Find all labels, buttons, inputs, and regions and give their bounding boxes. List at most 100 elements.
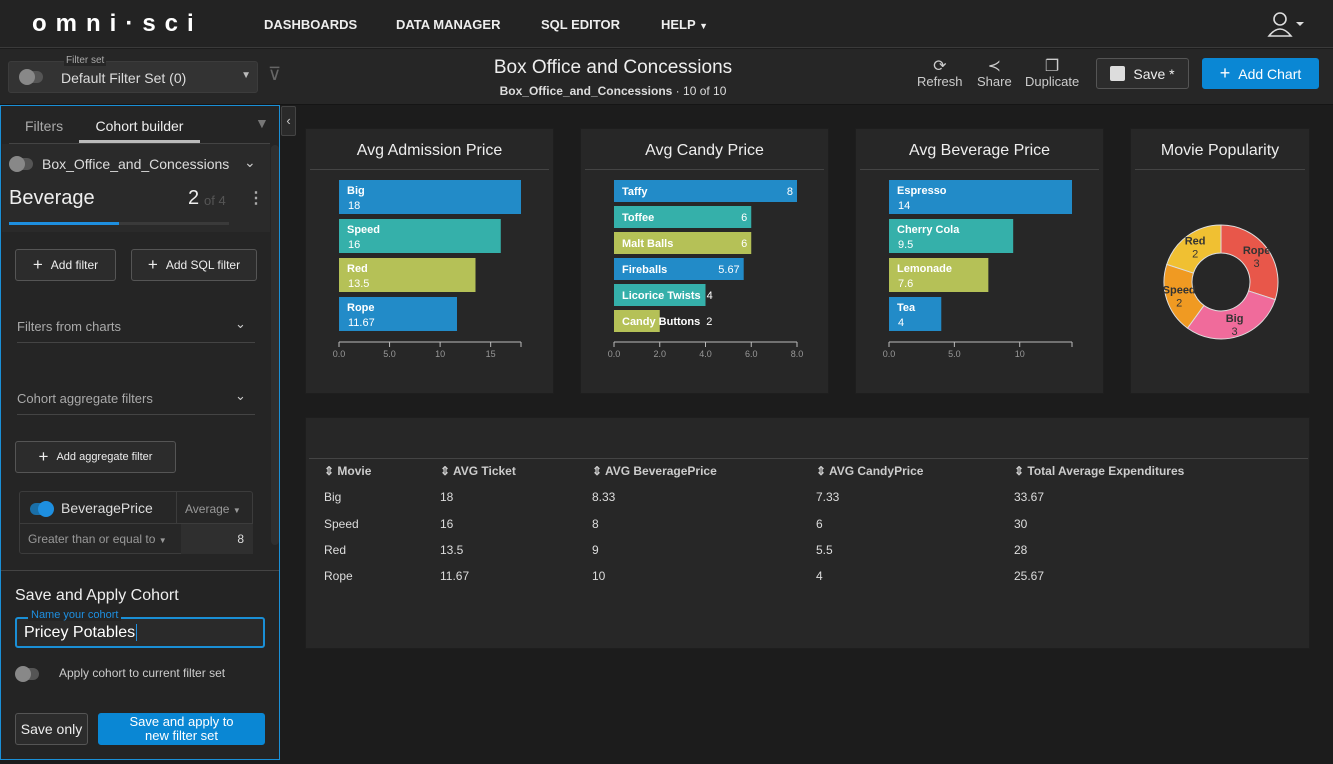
- filter-set-toggle[interactable]: [19, 69, 43, 85]
- x-tick-label: 15: [486, 349, 496, 359]
- apply-cohort-label: Apply cohort to current filter set: [59, 666, 226, 680]
- tab-cohort-builder[interactable]: Cohort builder: [79, 118, 200, 143]
- column-header[interactable]: ⇕ AVG Ticket: [440, 464, 516, 478]
- bar-label: Speed: [347, 224, 380, 236]
- table-cell: 8: [592, 517, 599, 531]
- aggregate-type-select[interactable]: Average ▼: [176, 492, 253, 523]
- apply-cohort-toggle[interactable]: [15, 666, 39, 682]
- add-chart-button[interactable]: + Add Chart: [1202, 58, 1319, 89]
- filters-from-charts[interactable]: Filters from charts: [17, 319, 121, 334]
- slice-label: Big: [1226, 313, 1244, 325]
- bar-value: 14: [898, 200, 910, 212]
- table-cell: Rope: [324, 569, 353, 583]
- bar[interactable]: [339, 180, 521, 214]
- duplicate-label: Duplicate: [1025, 74, 1080, 89]
- share-label: Share: [977, 74, 1012, 89]
- chevron-down-icon[interactable]: ⌄: [235, 316, 246, 332]
- column-header[interactable]: ⇕ AVG BeveragePrice: [592, 464, 717, 478]
- bar-value: 2: [706, 316, 712, 328]
- chart-avg-candy[interactable]: Avg Candy Price Taffy 8 Toffee 6 Malt Balls 6 F…: [580, 128, 829, 394]
- tab-filters[interactable]: Filters: [25, 118, 63, 134]
- chart-movie-popularity[interactable]: Movie Popularity Rope 3 Big 3 Speed 2 Red 2: [1130, 128, 1310, 394]
- scrollbar[interactable]: [271, 145, 279, 545]
- x-tick-label: 0.0: [333, 349, 346, 359]
- nav-data-manager[interactable]: DATA MANAGER: [396, 17, 500, 32]
- add-sql-filter-label: Add SQL filter: [165, 258, 241, 272]
- user-icon[interactable]: [1266, 10, 1306, 44]
- record-count: 10 of 10: [683, 84, 727, 98]
- bar-label: Cherry Cola: [897, 224, 960, 236]
- share-button[interactable]: ≺ Share: [977, 56, 1012, 89]
- bar-label: Red: [347, 263, 368, 275]
- nav-help[interactable]: HELP ▼: [661, 17, 708, 32]
- filter-star-icon[interactable]: ▼: [255, 115, 269, 131]
- caret-down-icon: ▼: [241, 70, 251, 81]
- x-tick-label: 5.0: [948, 349, 961, 359]
- table-cell: 6: [816, 517, 823, 531]
- nav-sql-editor[interactable]: SQL EDITOR: [541, 17, 620, 32]
- duplicate-button[interactable]: ❐ Duplicate: [1025, 56, 1079, 89]
- chart-avg-admission[interactable]: Avg Admission Price Big 18 Speed 16 Red 13.5 Ro…: [305, 128, 554, 394]
- table-cell: Speed: [324, 517, 359, 531]
- bar-value: 16: [348, 239, 360, 251]
- table-cell: Red: [324, 543, 347, 557]
- bar-value: 4: [898, 317, 904, 329]
- more-vert-icon[interactable]: ⋮: [248, 188, 264, 208]
- add-filter-button[interactable]: + Add filter: [15, 249, 116, 281]
- table-toggle[interactable]: [9, 156, 33, 172]
- column-header[interactable]: ⇕ Movie: [324, 464, 371, 478]
- operator-value: Greater than or equal to: [28, 532, 156, 546]
- chevron-down-icon[interactable]: ⌄: [244, 154, 256, 171]
- bar-value: 13.5: [348, 278, 369, 290]
- save-cohort-title: Save and Apply Cohort: [15, 587, 179, 604]
- x-tick-label: 4.0: [699, 349, 712, 359]
- add-sql-filter-button[interactable]: + Add SQL filter: [131, 249, 257, 281]
- bar-label: Big: [347, 185, 365, 197]
- add-aggregate-filter-button[interactable]: + Add aggregate filter: [15, 441, 176, 473]
- save-button[interactable]: Save *: [1096, 58, 1189, 89]
- table-cell: 9: [592, 543, 599, 557]
- filter-set-value: Default Filter Set (0): [61, 70, 187, 86]
- add-filter-label: Add filter: [50, 258, 99, 272]
- slice-label: Speed: [1163, 285, 1196, 297]
- bar-value: 18: [348, 200, 360, 212]
- table-cell: 33.67: [1014, 490, 1045, 504]
- chart-avg-beverage[interactable]: Avg Beverage Price Espresso 14 Cherry Cola 9…: [855, 128, 1104, 394]
- chevron-down-icon[interactable]: ⌄: [235, 388, 246, 404]
- slice-value: 2: [1176, 298, 1182, 310]
- column-header[interactable]: ⇕ Total Average Expenditures: [1014, 464, 1184, 478]
- refresh-button[interactable]: ⟳ Refresh: [917, 56, 963, 89]
- bar-value: 4: [707, 290, 713, 302]
- table-cell: 7.33: [816, 490, 840, 504]
- bar-value: 5.67: [718, 264, 739, 276]
- table-cell: 8.33: [592, 490, 616, 504]
- operator-select[interactable]: Greater than or equal to ▼: [28, 532, 167, 546]
- column-header[interactable]: ⇕ AVG CandyPrice: [816, 464, 923, 478]
- aggregate-filter-toggle[interactable]: [30, 501, 54, 517]
- x-tick-label: 2.0: [653, 349, 666, 359]
- nav-help-label: HELP: [661, 17, 696, 32]
- bar-value: 6: [741, 212, 747, 224]
- share-icon: ≺: [987, 58, 1002, 75]
- x-tick-label: 8.0: [791, 349, 804, 359]
- bar-value: 9.5: [898, 239, 913, 251]
- clear-filter-icon[interactable]: ⊽: [268, 64, 281, 85]
- bar-value: 11.67: [348, 317, 375, 329]
- aggregate-value-input[interactable]: 8: [181, 524, 253, 554]
- table-cell: 4: [816, 569, 823, 583]
- nav-dashboards[interactable]: DASHBOARDS: [264, 17, 357, 32]
- plus-icon: +: [1219, 63, 1231, 83]
- bar-label: Taffy: [622, 186, 648, 198]
- collapse-panel-button[interactable]: ‹: [281, 106, 296, 136]
- logo[interactable]: omni·sci: [32, 10, 203, 38]
- filter-set-label: Filter set: [64, 55, 107, 66]
- cohort-aggregate-filters[interactable]: Cohort aggregate filters: [17, 391, 153, 406]
- cohort-name-label: Name your cohort: [28, 609, 122, 621]
- save-only-button[interactable]: Save only: [15, 713, 88, 745]
- cohort-name-input[interactable]: Pricey Potables: [15, 617, 265, 648]
- pie-slice[interactable]: [1220, 224, 1279, 301]
- save-apply-button[interactable]: Save and apply to new filter set: [98, 713, 265, 745]
- filter-set-select[interactable]: Default Filter Set (0) ▼: [8, 61, 258, 93]
- cohort-index: 2: [188, 187, 200, 209]
- dashboard-source: Box_Office_and_Concessions · 10 of 10: [499, 84, 727, 98]
